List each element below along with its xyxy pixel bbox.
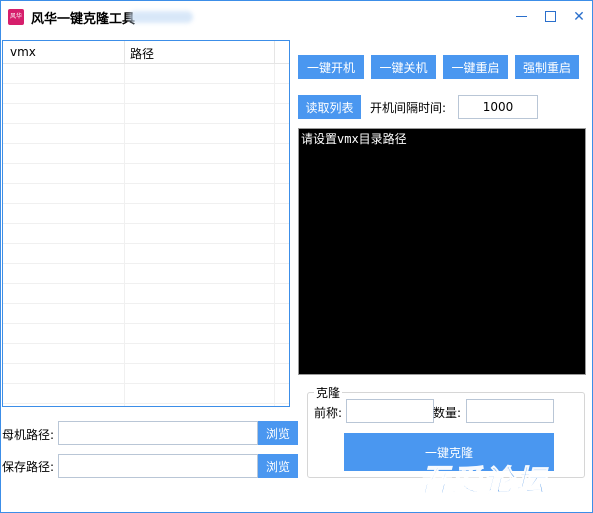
read-list-button[interactable]: 读取列表 (298, 95, 361, 119)
list-row (3, 364, 289, 384)
list-row (3, 304, 289, 324)
clone-group-title: 克隆 (314, 384, 343, 401)
count-input[interactable] (466, 399, 554, 423)
app-icon: 风华 (8, 9, 24, 25)
list-row (3, 224, 289, 244)
column-header-vmx[interactable]: vmx (10, 45, 36, 59)
power-on-all-button[interactable]: 一键开机 (298, 55, 364, 79)
parent-path-input[interactable] (58, 421, 258, 445)
console-text: 请设置vmx目录路径 (301, 132, 407, 146)
list-row (3, 384, 289, 404)
log-console[interactable]: 请设置vmx目录路径 (298, 128, 586, 375)
column-separator[interactable] (274, 41, 275, 64)
list-row (3, 264, 289, 284)
browse-parent-button[interactable]: 浏览 (258, 421, 298, 445)
main-window: 风华 风华一键克隆工具 ✕ vmx 路径 一键开机 一键关机 一键重启 强制重启… (0, 0, 593, 513)
close-icon: ✕ (573, 8, 585, 25)
minimize-icon (515, 16, 527, 17)
column-separator[interactable] (124, 41, 125, 64)
list-row (3, 244, 289, 264)
list-row (3, 204, 289, 224)
list-row (3, 124, 289, 144)
count-label: 数量: (433, 406, 462, 420)
list-row (3, 344, 289, 364)
blurred-title-suffix (129, 11, 193, 23)
prefix-input[interactable] (346, 399, 434, 423)
parent-path-label: 母机路径: (2, 428, 55, 442)
force-restart-button[interactable]: 强制重启 (515, 55, 579, 79)
list-row (3, 84, 289, 104)
close-button[interactable]: ✕ (564, 1, 593, 32)
interval-label: 开机间隔时间: (370, 101, 447, 115)
save-path-input[interactable] (58, 454, 258, 478)
list-row (3, 104, 289, 124)
title-bar: 风华 风华一键克隆工具 ✕ (1, 1, 592, 32)
restart-all-button[interactable]: 一键重启 (443, 55, 508, 79)
prefix-label: 前称: (314, 406, 343, 420)
list-row (3, 284, 289, 304)
list-row (3, 164, 289, 184)
vmx-list[interactable]: vmx 路径 (2, 40, 290, 407)
watermark-logo: 吾爱论坛 (419, 464, 547, 500)
interval-input[interactable] (458, 95, 538, 119)
list-row (3, 184, 289, 204)
column-header-path[interactable]: 路径 (130, 45, 154, 62)
list-row (3, 324, 289, 344)
list-header: vmx 路径 (3, 41, 289, 64)
power-off-all-button[interactable]: 一键关机 (371, 55, 436, 79)
save-path-label: 保存路径: (2, 460, 55, 474)
list-row (3, 64, 289, 84)
list-row (3, 144, 289, 164)
maximize-button[interactable] (535, 1, 565, 32)
browse-save-button[interactable]: 浏览 (258, 454, 298, 478)
minimize-button[interactable] (506, 1, 536, 32)
window-title: 风华一键克隆工具 (31, 12, 136, 27)
maximize-icon (544, 11, 556, 22)
